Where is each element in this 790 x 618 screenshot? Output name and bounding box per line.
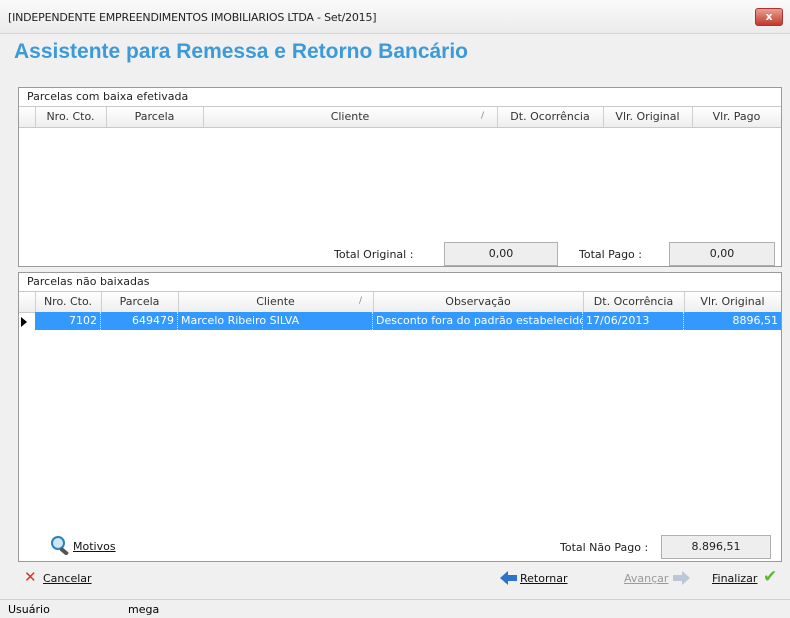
arrow-left-icon — [500, 571, 517, 585]
total-original-value: 0,00 — [444, 242, 558, 266]
checkmark-icon: ✔ — [763, 567, 778, 587]
cell-cliente: Marcelo Ribeiro SILVA — [178, 312, 373, 330]
panel-caption: Parcelas com baixa efetivada — [27, 90, 189, 103]
col-header-dt-ocorrencia[interactable]: Dt. Ocorrência — [497, 107, 604, 127]
col-header-nro-cto[interactable]: Nro. Cto. — [35, 292, 102, 312]
total-pago-value: 0,00 — [669, 242, 775, 266]
sort-indicator-icon: / — [481, 111, 485, 121]
col-header-vlr-pago[interactable]: Vlr. Pago — [692, 107, 781, 127]
col-header-cliente[interactable]: Cliente — [178, 292, 374, 312]
col-header-cliente[interactable]: Cliente — [203, 107, 498, 127]
close-button[interactable]: x — [755, 8, 783, 26]
motivos-label: Motivos — [73, 540, 116, 553]
cancelar-label: Cancelar — [43, 572, 92, 585]
status-user-label: Usuário — [8, 603, 50, 616]
magnifier-icon — [51, 536, 69, 555]
row-indicator-header — [19, 292, 36, 312]
avancar-label: Avançar — [624, 572, 669, 585]
col-header-vlr-original[interactable]: Vlr. Original — [603, 107, 693, 127]
total-nao-pago-value: 8.896,51 — [661, 535, 771, 559]
arrow-right-icon — [673, 571, 690, 585]
status-user-value: mega — [128, 603, 160, 616]
grid-header: Nro. Cto. Parcela Cliente / Dt. Ocorrênc… — [19, 106, 781, 128]
retornar-label: Retornar — [520, 572, 568, 585]
col-header-vlr-original[interactable]: Vlr. Original — [684, 292, 781, 312]
cell-vlr-original: 8896,51 — [732, 314, 779, 327]
col-header-dt-ocorrencia[interactable]: Dt. Ocorrência — [583, 292, 685, 312]
panel-nao-baixadas: Parcelas não baixadas Nro. Cto. Parcela … — [18, 272, 782, 562]
total-original-label: Total Original : — [334, 248, 414, 261]
sort-indicator-icon: / — [359, 296, 363, 306]
cell-nro-cto: 7102 — [35, 312, 101, 330]
page-title: Assistente para Remessa e Retorno Bancár… — [14, 40, 469, 63]
close-icon: x — [765, 10, 773, 23]
close-x-icon: ✕ — [24, 568, 37, 586]
total-pago-label: Total Pago : — [579, 248, 642, 261]
window-titlebar: [INDEPENDENTE EMPREENDIMENTOS IMOBILIARI… — [0, 0, 790, 34]
panel-caption: Parcelas não baixadas — [27, 275, 150, 288]
table-row[interactable]: 7102 649479 Marcelo Ribeiro SILVA Descon… — [35, 312, 781, 330]
row-indicator-header — [19, 107, 36, 127]
col-header-parcela[interactable]: Parcela — [101, 292, 179, 312]
status-bar: Usuário mega — [0, 599, 790, 618]
cell-observacao: Desconto fora do padrão estabelecido — [373, 312, 583, 330]
cell-parcela: 649479 — [101, 312, 178, 330]
grid-header: Nro. Cto. Parcela Cliente / Observação D… — [19, 291, 781, 313]
cell-dt-ocorrencia: 17/06/2013 — [583, 312, 684, 330]
current-row-indicator-icon — [21, 317, 27, 327]
finalizar-label: Finalizar — [712, 572, 758, 585]
col-header-nro-cto[interactable]: Nro. Cto. — [35, 107, 107, 127]
col-header-observacao[interactable]: Observação — [373, 292, 584, 312]
window-title: [INDEPENDENTE EMPREENDIMENTOS IMOBILIARI… — [8, 11, 377, 24]
panel-baixa-efetivada: Parcelas com baixa efetivada Nro. Cto. P… — [18, 87, 782, 267]
col-header-parcela[interactable]: Parcela — [106, 107, 204, 127]
total-nao-pago-label: Total Não Pago : — [560, 541, 649, 554]
